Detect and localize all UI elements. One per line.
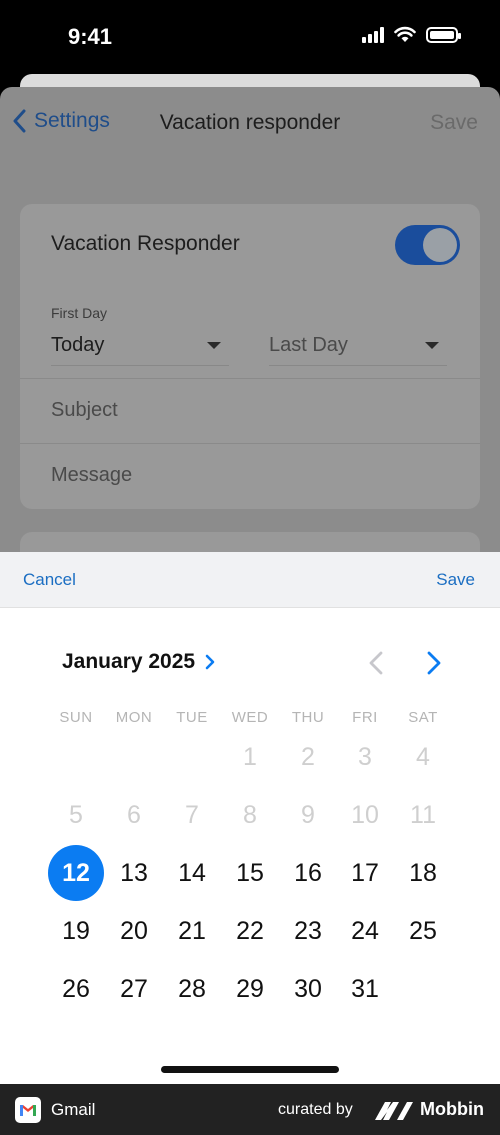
divider: [20, 378, 480, 379]
calendar-day[interactable]: 31: [337, 961, 393, 1017]
calendar-day: 9: [301, 801, 315, 829]
brand-name: Mobbin: [420, 1099, 484, 1119]
picker-cancel-button[interactable]: Cancel: [23, 570, 76, 590]
calendar-day[interactable]: 28: [164, 961, 220, 1017]
first-day-dropdown[interactable]: Today: [51, 332, 229, 366]
calendar-day[interactable]: 20: [106, 903, 162, 959]
calendar-day[interactable]: 23: [280, 903, 336, 959]
previous-month-button[interactable]: [366, 650, 386, 676]
vacation-responder-toggle[interactable]: [395, 225, 460, 265]
month-selector[interactable]: January 2025: [62, 650, 215, 674]
last-day-placeholder: Last Day: [269, 334, 348, 356]
footer-bar: Gmail curated by Mobbin: [0, 1084, 500, 1135]
calendar-day[interactable]: 27: [106, 961, 162, 1017]
calendar-day[interactable]: 30: [280, 961, 336, 1017]
first-day-caption: First Day: [51, 305, 107, 321]
calendar-day[interactable]: 22: [222, 903, 278, 959]
nav-bar: Settings Vacation responder Save: [0, 87, 500, 161]
caret-down-icon: [425, 342, 439, 349]
calendar-day: 2: [301, 743, 315, 771]
calendar-day: 8: [243, 801, 257, 829]
gmail-logo-icon: [15, 1097, 41, 1123]
calendar-day[interactable]: 29: [222, 961, 278, 1017]
calendar-day[interactable]: 26: [48, 961, 104, 1017]
subject-field[interactable]: Subject: [51, 399, 118, 422]
calendar-day[interactable]: 13: [106, 845, 162, 901]
app-name: Gmail: [51, 1100, 96, 1119]
next-month-button[interactable]: [424, 650, 444, 676]
caret-down-icon: [207, 342, 221, 349]
calendar-day: 11: [410, 801, 436, 829]
message-field[interactable]: Message: [51, 464, 132, 487]
calendar-day: 5: [69, 801, 83, 829]
weekday-label: MON: [115, 709, 153, 726]
calendar-day: 10: [351, 801, 379, 829]
calendar-day: 6: [127, 801, 141, 829]
weekday-label: THU: [291, 709, 325, 726]
status-bar: 9:41: [0, 0, 500, 80]
calendar-day[interactable]: 17: [337, 845, 393, 901]
calendar-day[interactable]: 15: [222, 845, 278, 901]
nav-save-button[interactable]: Save: [430, 111, 478, 135]
responder-card: Vacation Responder First Day Today Last …: [20, 204, 480, 509]
weekday-label: SAT: [408, 709, 438, 726]
cellular-signal-icon: [362, 26, 384, 43]
calendar-day[interactable]: 24: [337, 903, 393, 959]
calendar-day[interactable]: 21: [164, 903, 220, 959]
calendar-day: 4: [416, 743, 430, 771]
status-time: 9:41: [68, 24, 113, 49]
selected-day[interactable]: 12: [48, 845, 104, 901]
last-day-dropdown[interactable]: Last Day: [269, 332, 447, 366]
mobbin-logo-icon: [375, 1102, 413, 1120]
weekday-label: TUE: [176, 709, 208, 726]
picker-toolbar: Cancel Save: [0, 552, 500, 608]
calendar-day[interactable]: 25: [395, 903, 451, 959]
calendar-day[interactable]: 14: [164, 845, 220, 901]
picker-save-button[interactable]: Save: [436, 570, 475, 590]
calendar-day[interactable]: 18: [395, 845, 451, 901]
weekday-label: FRI: [352, 709, 378, 726]
calendar-day: 1: [243, 743, 257, 771]
chevron-right-icon: [205, 654, 215, 670]
responder-toggle-label: Vacation Responder: [51, 232, 240, 255]
calendar-day[interactable]: 16: [280, 845, 336, 901]
calendar-day: 7: [185, 801, 199, 829]
weekday-label: SUN: [59, 709, 93, 726]
weekday-label: WED: [231, 709, 269, 726]
page-title: Vacation responder: [159, 111, 341, 134]
date-picker: January 2025 SUN MON TUE WED THU FRI SAT 12345…: [0, 608, 500, 1084]
wifi-icon: [394, 26, 416, 42]
settings-screen: Settings Vacation responder Save Vacatio…: [0, 87, 500, 592]
calendar-day: 3: [358, 743, 372, 771]
first-day-value: Today: [51, 334, 105, 356]
month-label: January 2025: [62, 650, 196, 673]
status-icons: [362, 26, 461, 43]
curated-by-label: curated by: [278, 1101, 353, 1118]
divider: [20, 443, 480, 444]
battery-icon: [426, 26, 461, 43]
home-indicator: [161, 1066, 339, 1073]
toggle-knob: [423, 228, 457, 262]
calendar-day[interactable]: 19: [48, 903, 104, 959]
